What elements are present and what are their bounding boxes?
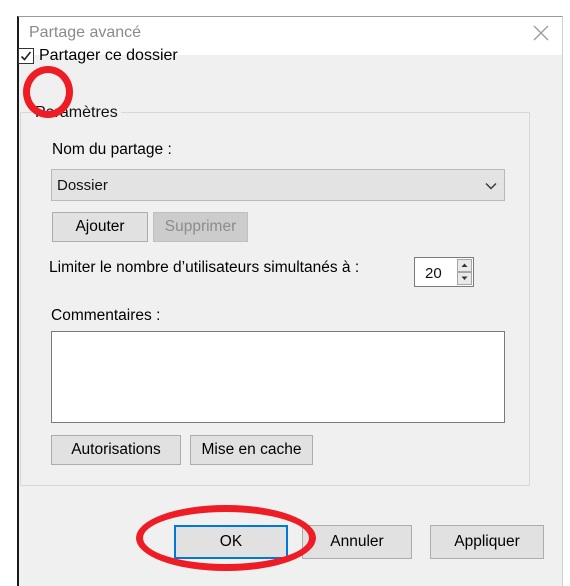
dialog-title: Partage avancé — [29, 24, 142, 41]
spin-up-button[interactable] — [457, 259, 472, 272]
remove-button[interactable]: Supprimer — [153, 212, 248, 242]
share-folder-label: Partager ce dossier — [39, 47, 178, 64]
close-button[interactable] — [528, 20, 554, 46]
add-button[interactable]: Ajouter — [52, 212, 148, 242]
cancel-button[interactable]: Annuler — [302, 525, 412, 559]
comments-textarea[interactable] — [51, 331, 505, 423]
user-limit-spinner[interactable]: 20 — [414, 257, 474, 287]
ok-button[interactable]: OK — [174, 525, 288, 559]
share-name-combobox[interactable]: Dossier — [51, 169, 505, 201]
permissions-button[interactable]: Autorisations — [51, 435, 181, 465]
comments-label: Commentaires : — [51, 307, 161, 324]
checkmark-icon — [20, 51, 32, 61]
arrow-up-icon — [461, 263, 468, 267]
caching-button[interactable]: Mise en cache — [190, 435, 313, 465]
share-name-value: Dossier — [57, 177, 108, 194]
arrow-down-icon — [461, 276, 468, 280]
parameters-group-title: Paramètres — [32, 104, 121, 122]
chevron-down-icon — [485, 183, 497, 190]
share-name-label: Nom du partage : — [52, 141, 172, 158]
user-limit-label: Limiter le nombre d’utilisateurs simulta… — [49, 259, 360, 276]
user-limit-value: 20 — [425, 265, 442, 282]
close-icon — [533, 25, 549, 41]
share-folder-checkbox[interactable] — [18, 48, 34, 64]
apply-button[interactable]: Appliquer — [430, 525, 544, 559]
spin-down-button[interactable] — [457, 272, 472, 285]
